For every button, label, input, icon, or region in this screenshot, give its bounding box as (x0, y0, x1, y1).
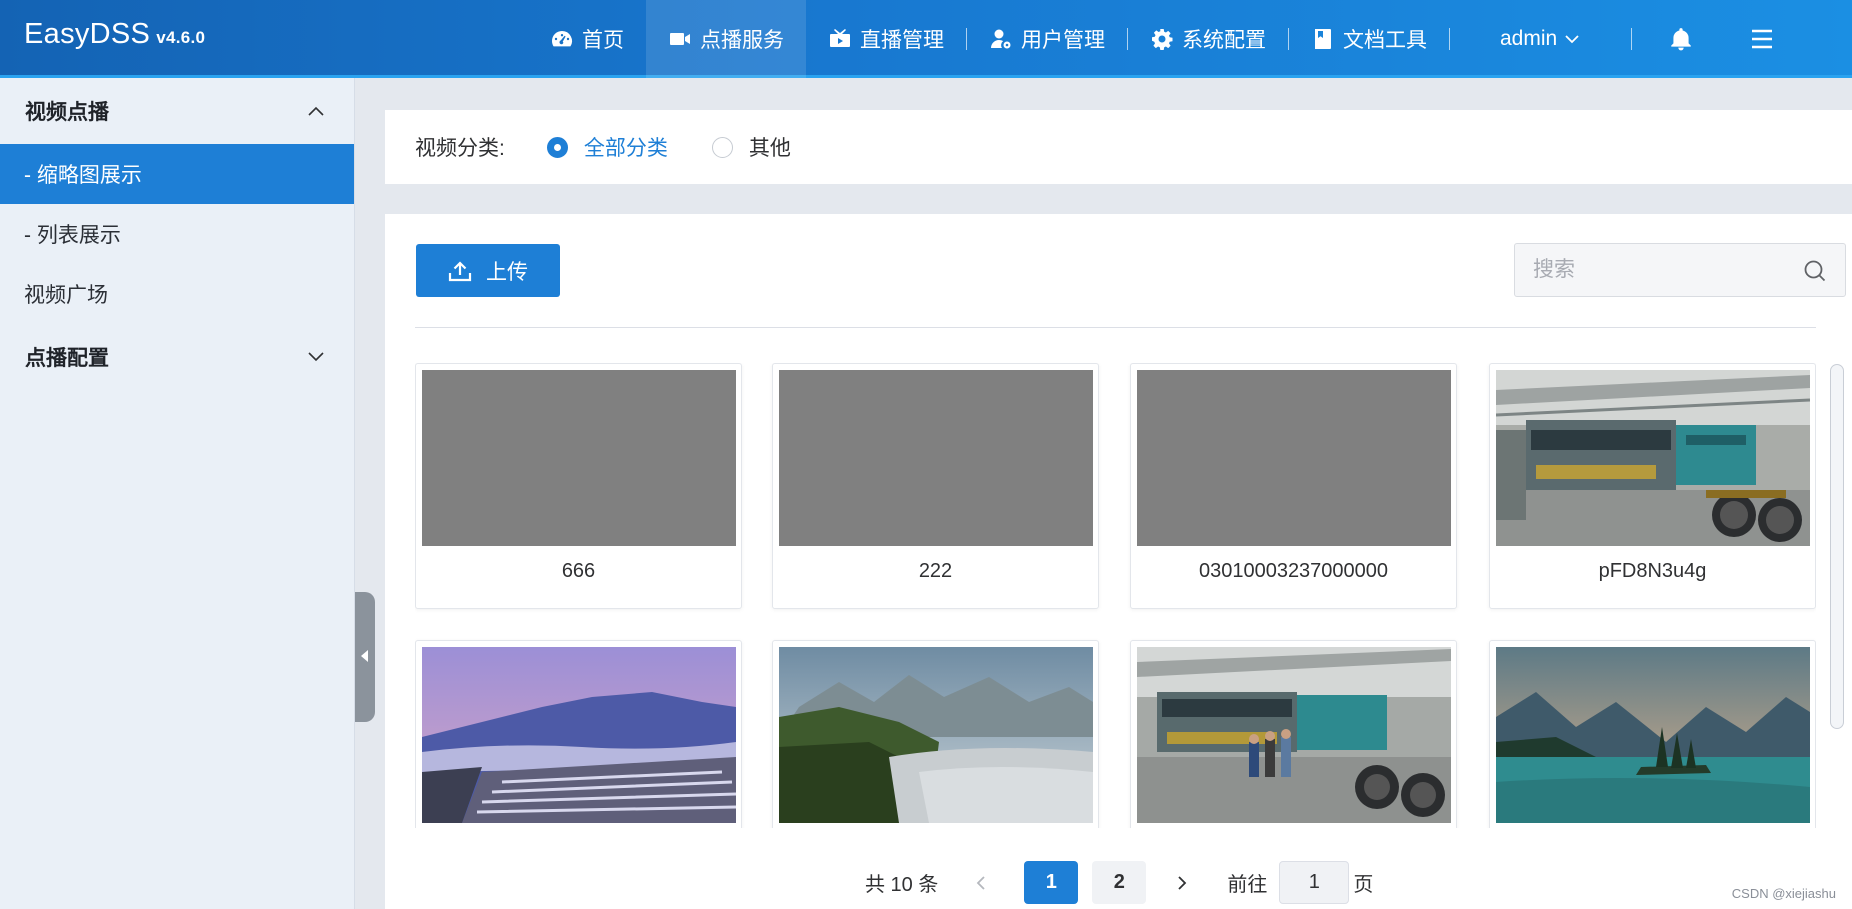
dashboard-icon (552, 31, 572, 47)
nav-system-label: 系统配置 (1182, 29, 1266, 52)
sidebar-item-thumbnail-view[interactable]: - 缩略图展示 (0, 144, 354, 204)
sidebar-item-label: - 列表展示 (24, 224, 121, 247)
video-title: pFD8N3u4g (1598, 560, 1707, 582)
radio-label: 其他 (748, 137, 791, 160)
sidebar-group-vod-label: 视频点播 (25, 101, 109, 124)
video-title: 666 (561, 560, 596, 582)
radio-other[interactable]: 其他 (711, 132, 791, 162)
toolbar-divider (415, 327, 1816, 328)
user-gear-icon (991, 29, 1011, 49)
chevron-left-icon (977, 875, 985, 890)
nav-doc-label: 文档工具 (1343, 29, 1427, 52)
video-grid-scrollbar[interactable] (1830, 364, 1844, 729)
factory-workers-thumbnail-image (1137, 647, 1451, 823)
page-suffix: 页 (1353, 874, 1374, 896)
bell-icon[interactable] (1668, 26, 1694, 52)
upload-button[interactable]: 上传 (416, 244, 560, 297)
video-thumbnail[interactable] (1496, 370, 1810, 546)
mountain-fog-thumbnail-image (779, 647, 1093, 823)
nav-user-label: 用户管理 (1021, 29, 1105, 52)
pagination: 共 10 条 1 2 前往 页 (865, 861, 1373, 904)
sidebar: 视频点播 - 缩略图展示 - 列表展示 视频广场 点播配置 (0, 78, 355, 909)
factory-thumbnail-image (1496, 370, 1810, 546)
chevron-right-icon (1178, 875, 1187, 890)
video-card[interactable] (415, 640, 742, 828)
chevron-down-icon (308, 352, 324, 362)
video-card[interactable] (772, 640, 1099, 828)
sidebar-group-config-label: 点播配置 (25, 347, 109, 370)
sidebar-item-label: - 缩略图展示 (24, 164, 142, 187)
chevron-down-icon (1565, 35, 1579, 44)
goto-page-input[interactable] (1279, 861, 1350, 904)
upload-label: 上传 (486, 260, 528, 284)
book-icon (1315, 29, 1331, 49)
nav-home-label: 首页 (582, 29, 624, 52)
prev-page-button[interactable] (966, 861, 996, 904)
video-title: 222 (918, 560, 953, 582)
search-box (1514, 243, 1846, 297)
sidebar-item-list-view[interactable]: - 列表展示 (0, 204, 354, 264)
video-thumbnail[interactable] (779, 370, 1093, 546)
video-card[interactable]: 666 (415, 363, 742, 609)
category-filter: 视频分类: 全部分类 其他 (385, 110, 1852, 184)
top-header: EasyDSS v4.6.0 首页 点播服务 直播管理 用户管理 系统配置 文档工… (0, 0, 1852, 78)
menu-icon[interactable] (1750, 29, 1774, 49)
video-title: 03010003237000000 (1198, 560, 1389, 582)
nav-live-label: 直播管理 (860, 29, 944, 52)
version-label: v4.6.0 (156, 28, 206, 47)
upload-icon (448, 260, 472, 281)
goto-label: 前往 (1227, 874, 1268, 896)
watermark-text: CSDN @xiejiashu (1731, 886, 1836, 901)
nav-vod-service[interactable]: 点播服务 (646, 0, 806, 78)
user-menu[interactable]: admin (1450, 0, 1631, 78)
brand-logo[interactable]: EasyDSS v4.6.0 (24, 18, 205, 51)
video-panel: 上传 666 222 03010003237000000 (385, 214, 1852, 909)
video-thumbnail[interactable] (1496, 647, 1810, 823)
video-card[interactable] (1489, 640, 1816, 828)
brand-name: EasyDSS (24, 18, 151, 50)
video-thumbnail[interactable] (422, 370, 736, 546)
nav-live-management[interactable]: 直播管理 (806, 0, 966, 78)
sidebar-group-vod[interactable]: 视频点播 (0, 78, 354, 144)
nav-user-management[interactable]: 用户管理 (967, 0, 1127, 78)
nav-vod-label: 点播服务 (700, 29, 784, 52)
video-card[interactable] (1130, 640, 1457, 828)
nav-doc-tools[interactable]: 文档工具 (1289, 0, 1449, 78)
terraces-thumbnail-image (422, 647, 736, 823)
sidebar-collapse-toggle[interactable] (355, 592, 375, 722)
next-page-button[interactable] (1167, 861, 1197, 904)
username: admin (1500, 27, 1558, 50)
total-count: 共 10 条 (865, 874, 939, 896)
radio-label: 全部分类 (583, 137, 668, 160)
video-thumbnail[interactable] (1137, 647, 1451, 823)
radio-checked-icon (546, 136, 568, 158)
main-nav: 首页 点播服务 直播管理 用户管理 系统配置 文档工具 admin (528, 0, 1774, 78)
page-2-button[interactable]: 2 (1092, 861, 1147, 904)
video-grid: 666 222 03010003237000000 pFD8N3u4g (415, 363, 1816, 828)
sidebar-item-label: 视频广场 (24, 284, 108, 307)
video-card[interactable]: pFD8N3u4g (1489, 363, 1816, 609)
chevron-up-icon (308, 106, 324, 116)
search-icon[interactable] (1803, 259, 1827, 283)
video-thumbnail[interactable] (779, 647, 1093, 823)
goto-page: 前往 页 (1227, 861, 1373, 904)
sidebar-group-vod-config[interactable]: 点播配置 (0, 324, 354, 390)
radio-all-categories[interactable]: 全部分类 (546, 132, 668, 162)
nav-divider (1631, 28, 1633, 50)
radio-unchecked-icon (711, 136, 733, 158)
nav-home[interactable]: 首页 (528, 0, 646, 78)
video-thumbnail[interactable] (1137, 370, 1451, 546)
nav-system-config[interactable]: 系统配置 (1128, 0, 1288, 78)
gear-icon (1152, 29, 1173, 50)
video-thumbnail[interactable] (422, 647, 736, 823)
search-input[interactable] (1515, 244, 1785, 296)
video-card[interactable]: 03010003237000000 (1130, 363, 1457, 609)
video-camera-icon (670, 33, 690, 45)
video-card[interactable]: 222 (772, 363, 1099, 609)
page-1-button[interactable]: 1 (1024, 861, 1079, 904)
sidebar-item-video-square[interactable]: 视频广场 (0, 264, 354, 324)
lake-thumbnail-image (1496, 647, 1810, 823)
live-tv-icon (830, 29, 850, 47)
filter-label: 视频分类: (415, 137, 505, 160)
